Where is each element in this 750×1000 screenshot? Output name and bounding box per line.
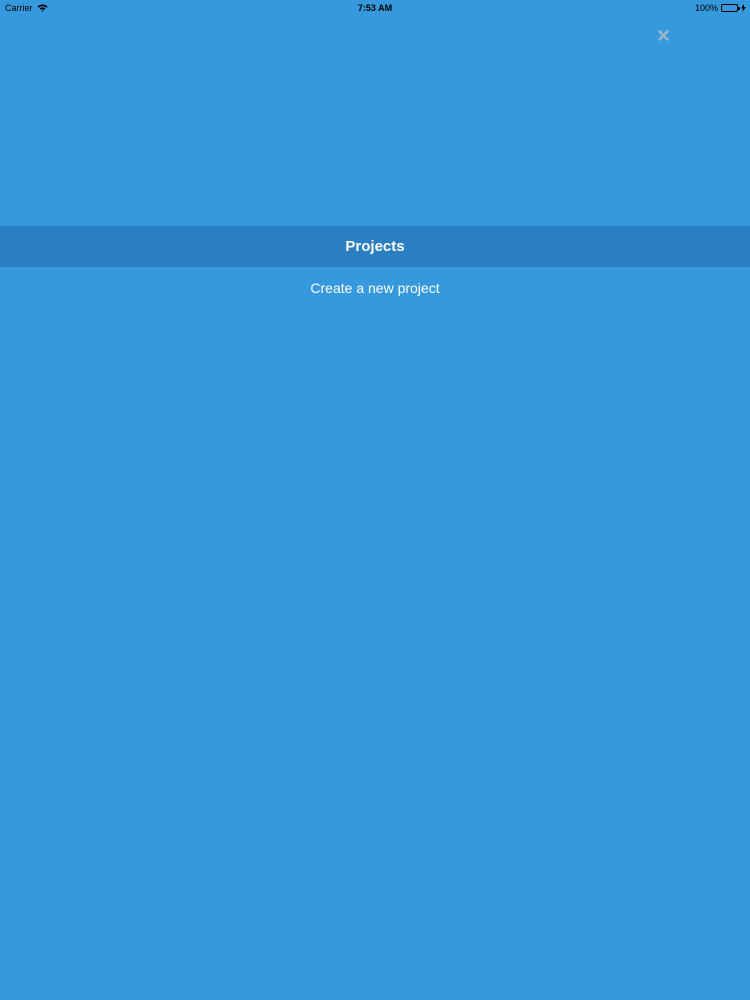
status-bar: Carrier 7:53 AM 100% — [0, 0, 750, 16]
projects-header: Projects — [0, 226, 750, 267]
status-time: 7:53 AM — [357, 3, 393, 13]
close-button[interactable] — [653, 27, 673, 47]
create-project-row[interactable]: Create a new project — [0, 267, 750, 309]
charging-bolt-icon — [741, 4, 746, 12]
battery-indicator: 100% — [695, 3, 746, 13]
battery-percentage: 100% — [694, 3, 718, 13]
create-project-label: Create a new project — [310, 280, 440, 296]
close-icon — [657, 28, 669, 46]
projects-header-title: Projects — [345, 238, 405, 255]
battery-icon — [721, 4, 740, 12]
